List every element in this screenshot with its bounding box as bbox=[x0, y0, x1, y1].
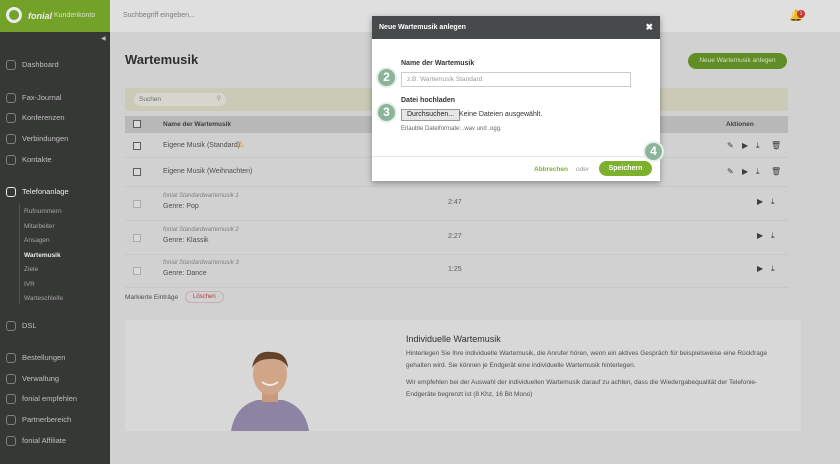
or-text: oder bbox=[576, 166, 590, 173]
new-hold-music-dialog: Neue Wartemusik anlegen ✖ Name der Warte… bbox=[372, 16, 660, 181]
step-badge: 4 bbox=[643, 141, 664, 162]
dialog-header: Neue Wartemusik anlegen ✖ bbox=[372, 16, 660, 39]
name-label: Name der Wartemusik bbox=[401, 60, 475, 67]
step-badge: 2 bbox=[376, 67, 397, 88]
hold-music-name-input[interactable]: z.B. Wartemusik Standard bbox=[401, 72, 631, 87]
save-button[interactable]: Speichern bbox=[599, 161, 652, 176]
upload-label: Datei hochladen bbox=[401, 97, 456, 104]
cancel-button[interactable]: Abbrechen bbox=[534, 166, 568, 173]
allowed-formats-hint: Erlaubte Dateiformate: .wav und .ogg. bbox=[401, 126, 502, 132]
step-badge: 3 bbox=[376, 102, 397, 123]
file-status: Keine Dateien ausgewählt. bbox=[459, 111, 543, 118]
dialog-title: Neue Wartemusik anlegen bbox=[379, 24, 466, 31]
browse-button[interactable]: Durchsuchen... bbox=[401, 109, 461, 121]
close-icon[interactable]: ✖ bbox=[645, 16, 653, 39]
dialog-footer: Abbrechen oder Speichern bbox=[372, 156, 660, 181]
